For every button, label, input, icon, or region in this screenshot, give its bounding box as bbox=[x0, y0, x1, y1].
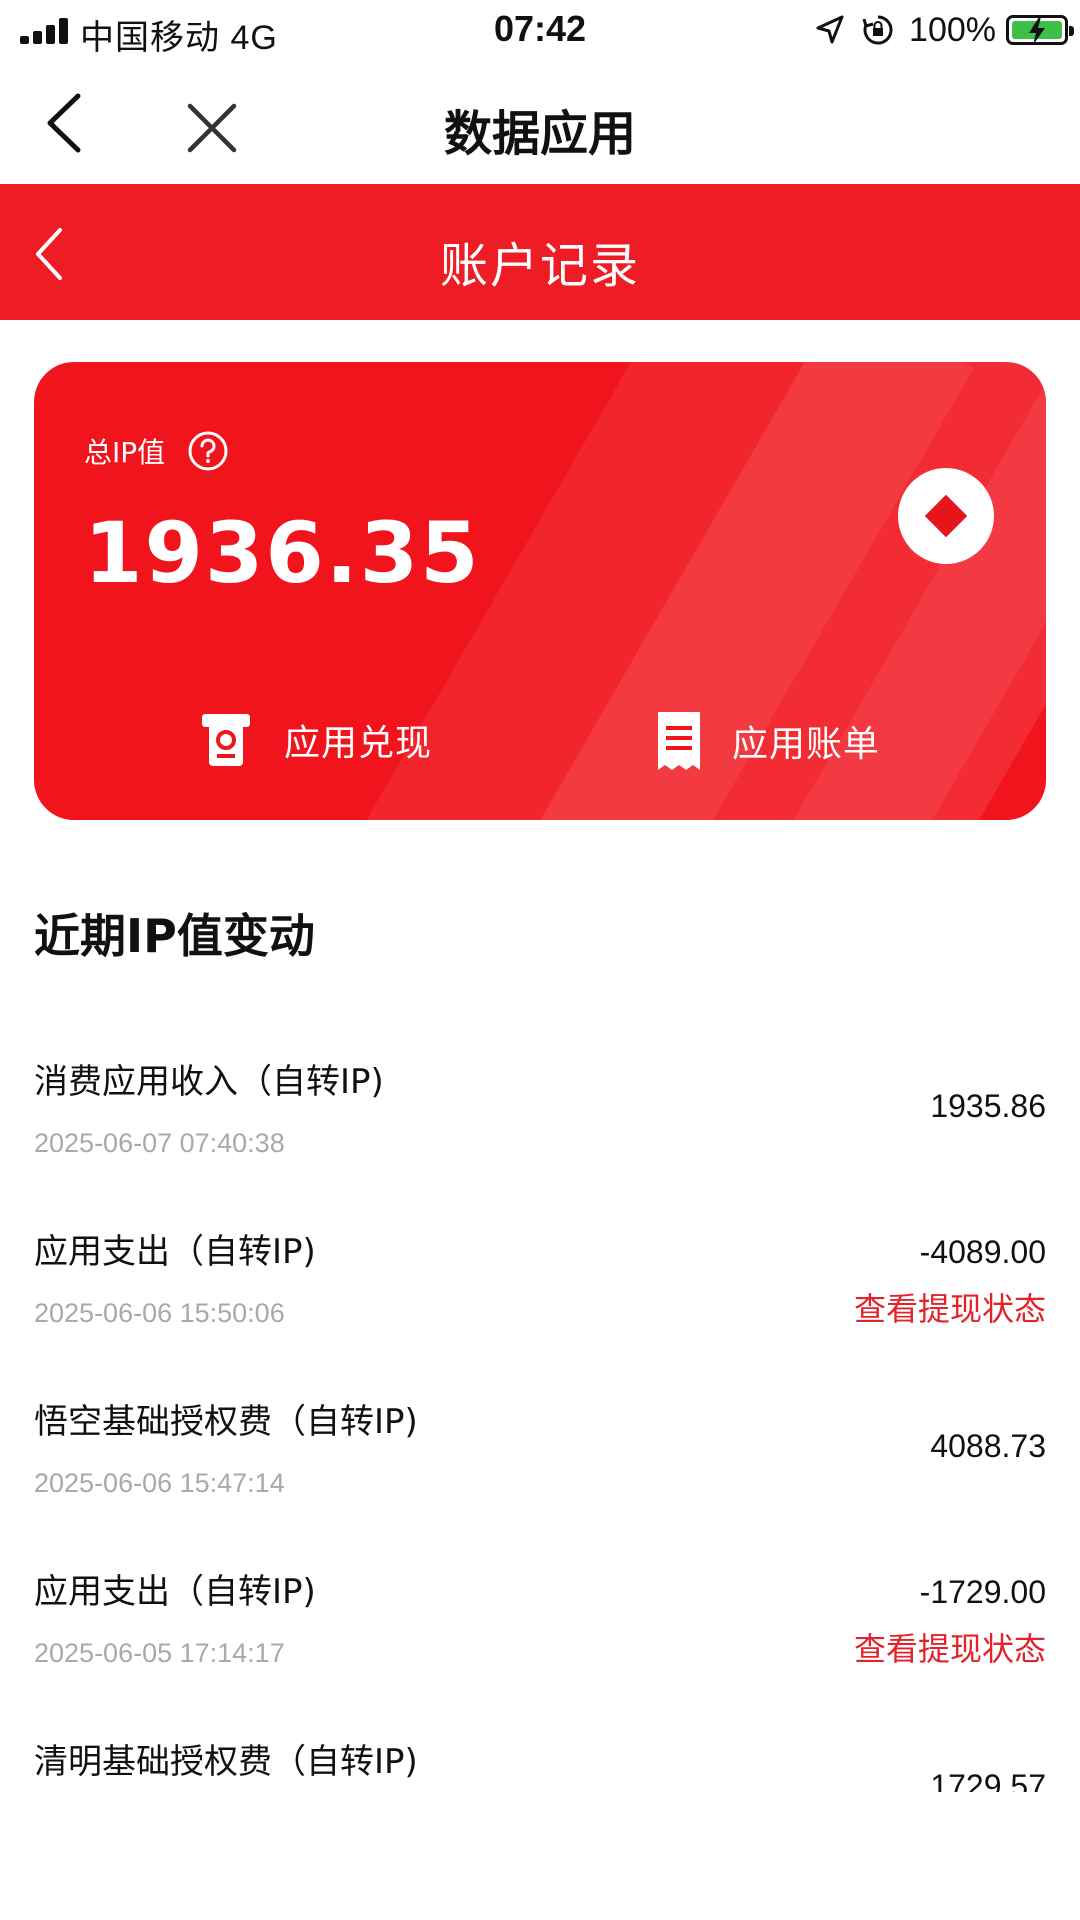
orientation-lock-icon bbox=[862, 15, 893, 45]
record-title: 清明基础授权费（自转IP) bbox=[34, 1742, 418, 1782]
record-title: 悟空基础授权费（自转IP) bbox=[34, 1402, 418, 1442]
nav-bar: 数据应用 bbox=[0, 62, 1080, 184]
records-list: 消费应用收入（自转IP) 2025-06-07 07:40:38 1935.86… bbox=[0, 1034, 1080, 1884]
list-item[interactable]: 悟空基础授权费（自转IP) 2025-06-06 15:47:14 4088.7… bbox=[0, 1374, 1080, 1544]
question-circle-icon[interactable] bbox=[187, 430, 229, 472]
record-amount: 1935.86 bbox=[930, 1088, 1046, 1124]
record-time: 2025-06-07 07:40:38 bbox=[34, 1128, 285, 1158]
status-bar: 中国移动 4G 07:42 100% bbox=[0, 0, 1080, 62]
record-title: 应用支出（自转IP) bbox=[34, 1232, 316, 1272]
page-title: 数据应用 bbox=[443, 106, 636, 162]
record-time: 2025-06-06 15:50:06 bbox=[34, 1298, 285, 1328]
record-amount: -4089.00 bbox=[919, 1234, 1046, 1270]
record-amount: -1729.00 bbox=[919, 1574, 1046, 1610]
list-item[interactable]: 应用支出（自转IP) 2025-06-06 15:50:06 -4089.00 … bbox=[0, 1204, 1080, 1374]
withdraw-button[interactable]: 应用兑现 bbox=[196, 710, 432, 770]
record-time: 2025-06-06 15:47:14 bbox=[34, 1468, 285, 1498]
battery-percent: 100% bbox=[909, 10, 996, 49]
withdraw-label: 应用兑现 bbox=[284, 723, 433, 764]
record-title: 消费应用收入（自转IP) bbox=[34, 1062, 384, 1102]
diamond-button[interactable] bbox=[898, 468, 994, 564]
withdraw-status-link[interactable]: 查看提现状态 bbox=[854, 1284, 1046, 1330]
bill-label: 应用账单 bbox=[732, 724, 881, 765]
account-header: 账户记录 bbox=[0, 184, 1080, 320]
withdraw-icon bbox=[202, 714, 250, 766]
balance-label-row: 总IP值 bbox=[84, 430, 229, 472]
battery-icon bbox=[1006, 15, 1074, 45]
recent-title: 近期IP值变动 bbox=[34, 909, 315, 963]
header-title: 账户记录 bbox=[439, 238, 640, 294]
balance-card: 总IP值 1936.35 应用兑现 应用账单 bbox=[34, 362, 1046, 820]
screen: 中国移动 4G 07:42 100% 数据应用 账户记录 总IP值 1936.3… bbox=[0, 0, 1080, 1920]
balance-amount: 1936.35 bbox=[84, 504, 481, 602]
withdraw-status-link[interactable]: 查看提现状态 bbox=[854, 1624, 1046, 1670]
list-item[interactable]: 应用支出（自转IP) 2025-06-05 17:14:17 -1729.00 … bbox=[0, 1544, 1080, 1714]
record-time: 2025-06-05 17:14:17 bbox=[34, 1638, 285, 1668]
bill-icon bbox=[658, 712, 700, 770]
status-right: 100% bbox=[813, 8, 1074, 52]
location-icon bbox=[816, 15, 844, 44]
bill-button[interactable]: 应用账单 bbox=[654, 710, 880, 772]
record-title: 应用支出（自转IP) bbox=[34, 1572, 316, 1612]
balance-label: 总IP值 bbox=[84, 436, 166, 469]
list-cutoff bbox=[0, 1792, 1080, 1920]
list-item[interactable]: 消费应用收入（自转IP) 2025-06-07 07:40:38 1935.86 bbox=[0, 1034, 1080, 1204]
record-amount: 4088.73 bbox=[930, 1428, 1046, 1464]
